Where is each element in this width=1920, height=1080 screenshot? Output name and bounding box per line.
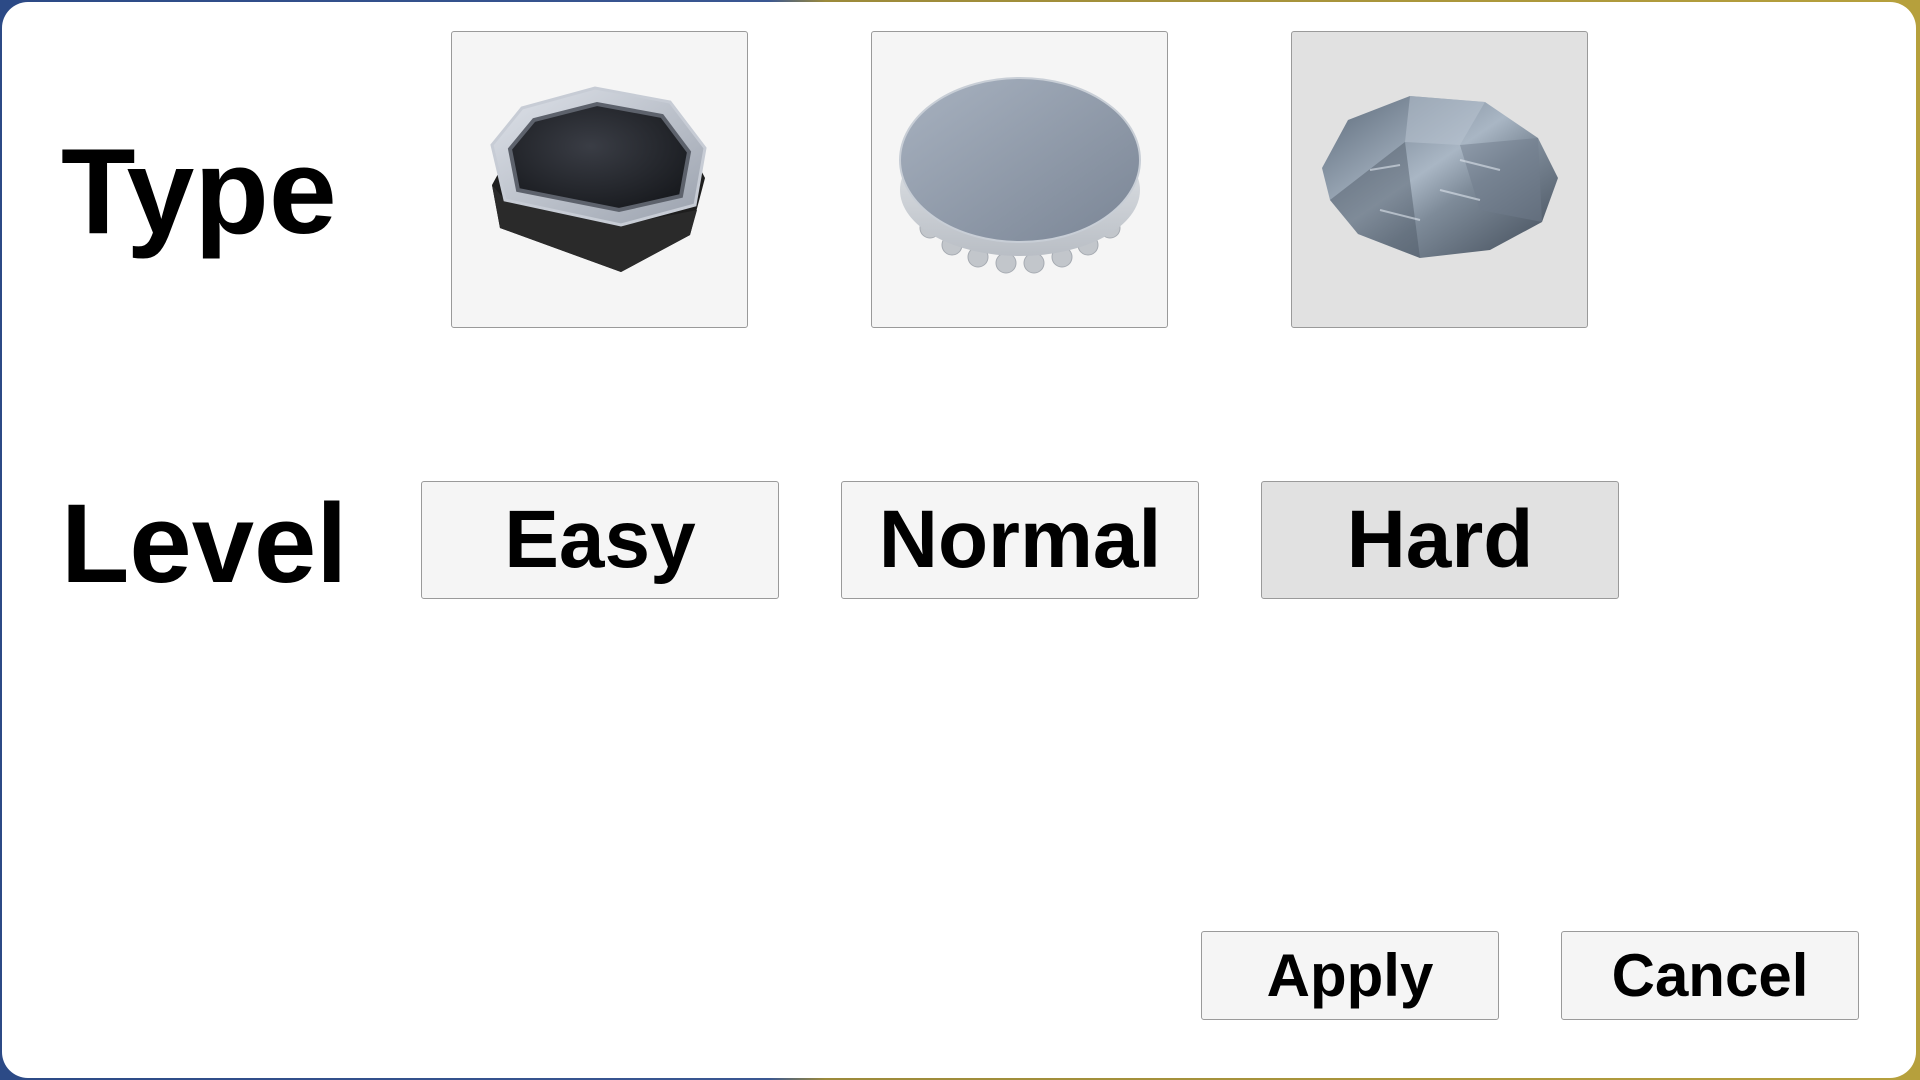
level-normal-button[interactable]: Normal [841,481,1199,599]
apply-button[interactable]: Apply [1201,931,1499,1020]
octagon-puck-icon [489,85,707,272]
type-option-rock[interactable] [1291,31,1588,328]
cancel-button[interactable]: Cancel [1561,931,1859,1020]
rock-icon [1321,95,1558,258]
type-option-bottle-cap[interactable] [871,31,1168,328]
level-label: Level [61,481,348,606]
type-label: Type [61,123,337,259]
level-hard-button[interactable]: Hard [1261,481,1619,599]
level-easy-button[interactable]: Easy [421,481,779,599]
bottle-cap-icon [898,76,1141,273]
type-option-octagon-puck[interactable] [451,31,748,328]
settings-dialog: Type Level Easy Normal Hard Apply Cancel [2,2,1916,1078]
